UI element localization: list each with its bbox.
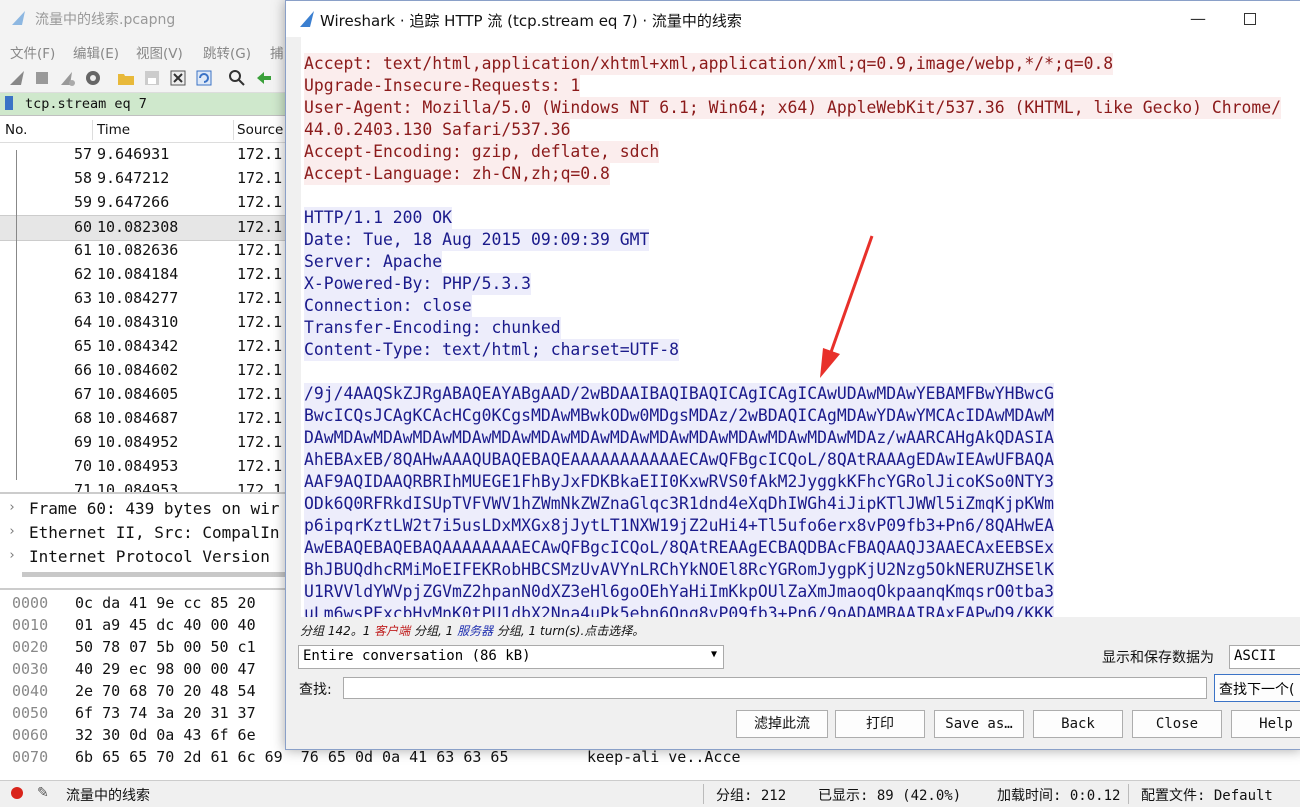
- client-stream-line: User-Agent: Mozilla/5.0 (Windows NT 6.1;…: [304, 97, 1281, 119]
- server-stream-line: AwEBAQEBAQEBAQAAAAAAAAECAwQFBgcICQoL/8QA…: [304, 537, 1054, 559]
- expert-info-icon[interactable]: [11, 787, 23, 799]
- packet-row[interactable]: 65 10.084342 172.1: [0, 335, 290, 359]
- packet-row[interactable]: 58 9.647212 172.1: [0, 167, 290, 191]
- help-button[interactable]: Help: [1231, 710, 1300, 738]
- server-stream-line: Server: Apache: [304, 251, 443, 273]
- stream-stats: 分组 142。1 客户端 分组, 1 服务器 分组, 1 turn(s).点击选…: [300, 624, 645, 638]
- back-button[interactable]: Back: [1033, 710, 1123, 738]
- packet-row[interactable]: 69 10.084952 172.1: [0, 431, 290, 455]
- reload-icon[interactable]: [195, 69, 213, 87]
- server-stream-line: p6ipqrKztLW2t7i5usLDxMXGx8jJytLT1NXW19jZ…: [304, 515, 1054, 537]
- maximize-icon[interactable]: [1244, 13, 1256, 25]
- client-stream-line: 44.0.2403.130 Safari/537.36: [304, 119, 571, 141]
- menu-capture[interactable]: 捕: [270, 42, 284, 62]
- server-stream-line: AhEBAxEB/8QAHwAAAQUBAQEBAQEAAAAAAAAAAAEC…: [304, 449, 1054, 471]
- packet-row[interactable]: 68 10.084687 172.1: [0, 407, 290, 431]
- server-stream-line: Date: Tue, 18 Aug 2015 09:09:39 GMT: [304, 229, 650, 251]
- filter-out-stream-button[interactable]: 滤掉此流: [736, 710, 828, 738]
- dialog-title-bar: Wireshark · 追踪 HTTP 流 (tcp.stream eq 7) …: [286, 1, 1300, 37]
- server-stream-line: U1RVVldYWVpjZGVmZ2hpanN0dXZ3eHl6goOEhYaH…: [304, 581, 1054, 603]
- stream-content[interactable]: Accept: text/html,application/xhtml+xml,…: [301, 37, 1300, 617]
- chevron-down-icon: ▼: [710, 649, 717, 660]
- packet-list: 57 9.646931 172.1 58 9.647212 172.1 59 9.647266…: [0, 143, 290, 499]
- packet-row[interactable]: 57 9.646931 172.1: [0, 143, 290, 167]
- client-stream-line: Upgrade-Insecure-Requests: 1: [304, 75, 581, 97]
- packet-row[interactable]: 70 10.084953 172.1: [0, 455, 290, 479]
- find-packet-icon[interactable]: [228, 69, 246, 87]
- find-input[interactable]: [343, 677, 1207, 699]
- packet-row[interactable]: 63 10.084277 172.1: [0, 287, 290, 311]
- server-stream-line: uLm6wsPExcbHyMnK0tPU1dbX2Nna4uPk5ebn6Onq…: [304, 603, 1054, 617]
- display-filter-input[interactable]: tcp.stream eq 7: [25, 96, 147, 112]
- main-menu-bar: 文件(F) 编辑(E) 视图(V) 跳转(G) 捕: [0, 36, 290, 64]
- status-file-name: 流量中的线索: [66, 788, 150, 804]
- close-file-icon[interactable]: [169, 69, 187, 87]
- menu-file[interactable]: 文件(F): [10, 42, 55, 62]
- column-time[interactable]: Time: [97, 122, 130, 138]
- menu-go[interactable]: 跳转(G): [203, 42, 251, 62]
- packet-row[interactable]: 62 10.084184 172.1: [0, 263, 290, 287]
- packet-row[interactable]: 59 9.647266 172.1: [0, 191, 290, 215]
- wireshark-fin-icon: [12, 11, 25, 25]
- status-bar: ✎ 流量中的线索 分组: 212 已显示: 89 (42.0%) 加载时间: 0…: [0, 780, 1300, 807]
- menu-edit[interactable]: 编辑(E): [73, 42, 119, 62]
- open-file-icon[interactable]: [117, 69, 135, 87]
- wireshark-fin-icon: [300, 11, 314, 27]
- packet-list-header: No. Time Source: [0, 118, 290, 143]
- packet-row[interactable]: 60 10.082308 172.1: [0, 215, 290, 241]
- packet-details-pane: › Frame 60: 439 bytes on wir › Ethernet II…: [0, 492, 290, 574]
- conversation-select[interactable]: Entire conversation (86 kB) ▼: [298, 645, 724, 669]
- start-capture-icon[interactable]: [8, 69, 26, 87]
- server-stream-line: /9j/4AAQSkZJRgABAQEAYABgAAD/2wBDAAIBAQIB…: [304, 383, 1054, 405]
- follow-http-stream-dialog: Wireshark · 追踪 HTTP 流 (tcp.stream eq 7) …: [285, 0, 1300, 750]
- server-stream-line: Connection: close: [304, 295, 472, 317]
- server-stream-line: DAwMDAwMDAwMDAwMDAwMDAwMDAwMDAwMDAwMDAwM…: [304, 427, 1054, 449]
- packet-row[interactable]: 67 10.084605 172.1: [0, 383, 290, 407]
- main-window-title: 流量中的线索.pcapng: [35, 12, 176, 28]
- server-stream-line: BwcICQsJCAgKCAcHCg0KCgsMDAwMBwkODw0MDgsM…: [304, 405, 1054, 427]
- server-stream-line: Transfer-Encoding: chunked: [304, 317, 561, 339]
- dialog-title: Wireshark · 追踪 HTTP 流 (tcp.stream eq 7) …: [320, 12, 742, 30]
- save-as-button[interactable]: Save as…: [934, 710, 1024, 738]
- save-file-icon[interactable]: [143, 69, 161, 87]
- client-stream-line: Accept-Encoding: gzip, deflate, sdch: [304, 141, 660, 163]
- menu-view[interactable]: 视图(V): [136, 42, 183, 62]
- packet-row[interactable]: 61 10.082636 172.1: [0, 239, 290, 263]
- edit-comment-icon[interactable]: ✎: [37, 785, 49, 801]
- client-stream-line: Accept-Language: zh-CN,zh;q=0.8: [304, 163, 610, 185]
- restart-capture-icon[interactable]: [58, 69, 76, 87]
- bookmark-icon[interactable]: [5, 96, 13, 110]
- details-horizontal-scrollbar[interactable]: [22, 572, 290, 577]
- column-source[interactable]: Source: [237, 122, 283, 138]
- server-stream-line: X-Powered-By: PHP/5.3.3: [304, 273, 531, 295]
- server-stream-line: AAF9AQIDAAQRBRIhMUEGE1FhByJxFDKBkaEII0Kx…: [304, 471, 1054, 493]
- client-stream-line: Accept: text/html,application/xhtml+xml,…: [304, 53, 1114, 75]
- server-stream-line: Content-Type: text/html; charset=UTF-8: [304, 339, 679, 361]
- status-displayed-count: 已显示: 89 (42.0%): [818, 788, 962, 804]
- server-stream-line: HTTP/1.1 200 OK: [304, 207, 453, 229]
- status-load-time: 加载时间: 0:0.12: [997, 788, 1121, 804]
- minimize-icon[interactable]: —: [1188, 9, 1208, 29]
- packet-row[interactable]: 64 10.084310 172.1: [0, 311, 290, 335]
- show-data-as-label: 显示和保存数据为: [1102, 650, 1214, 666]
- conversation-tree-line: [16, 150, 17, 480]
- status-packet-count: 分组: 212: [716, 788, 787, 804]
- capture-options-icon[interactable]: [84, 69, 102, 87]
- close-button[interactable]: Close: [1132, 710, 1222, 738]
- server-stream-line: ODk6Q0RFRkdISUpTVFVWV1hZWmNkZWZnaGlqc3R1…: [304, 493, 1054, 515]
- server-stream-line: BhJBUQdhcRMiMoEIFEKRobHBCSMzUvAVYnLRChYk…: [304, 559, 1054, 581]
- find-label: 查找:: [299, 682, 332, 698]
- column-no[interactable]: No.: [5, 122, 27, 138]
- display-filter-bar[interactable]: tcp.stream eq 7: [0, 93, 290, 116]
- encoding-select[interactable]: ASCII: [1229, 645, 1300, 669]
- go-back-icon[interactable]: [255, 69, 273, 87]
- main-title-bar: 流量中的线索.pcapng: [0, 0, 290, 36]
- status-profile[interactable]: 配置文件: Default: [1141, 785, 1273, 805]
- print-button[interactable]: 打印: [835, 710, 925, 738]
- find-next-button[interactable]: 查找下一个(: [1214, 674, 1300, 702]
- main-toolbar: [0, 64, 290, 93]
- packet-row[interactable]: 66 10.084602 172.1: [0, 359, 290, 383]
- stop-capture-icon[interactable]: [33, 69, 51, 87]
